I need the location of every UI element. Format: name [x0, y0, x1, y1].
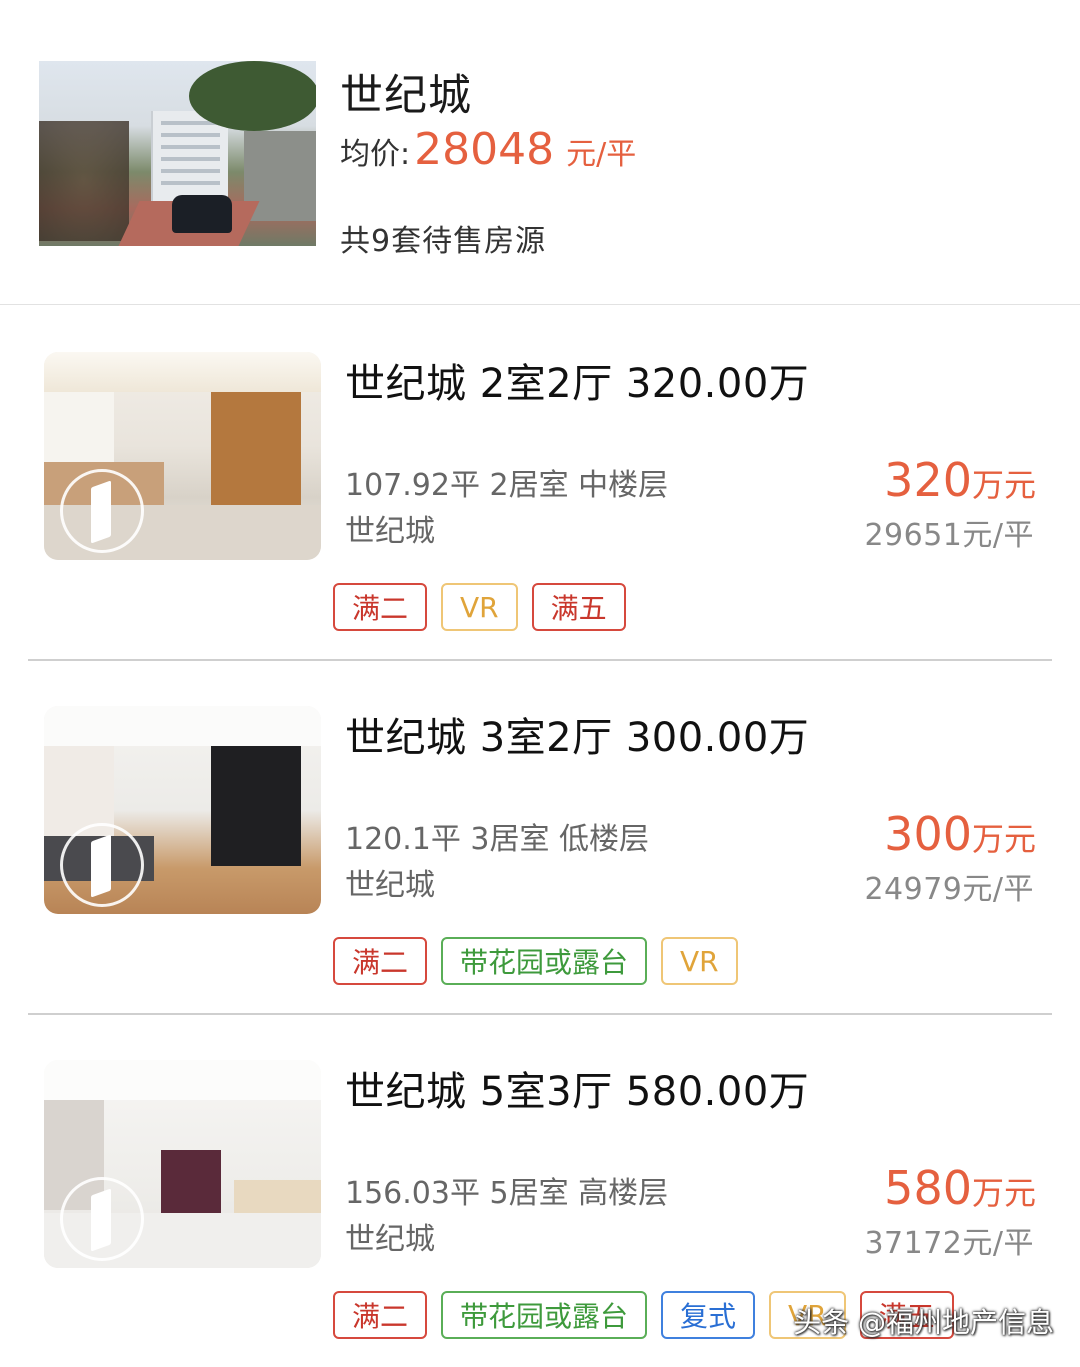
listing-photo: [44, 706, 321, 914]
panorama-icon: [60, 469, 144, 553]
avg-price-unit: 元/平: [566, 137, 637, 172]
listing-title: 世纪城 2室2厅 320.00万: [345, 361, 810, 407]
listing-tags: 满二 VR 满五: [333, 583, 626, 631]
tag: 满二: [333, 1291, 428, 1339]
community-name: 世纪城: [340, 71, 472, 121]
listing-photo: [44, 352, 321, 560]
tag: 带花园或露台: [441, 937, 648, 985]
tag: VR: [441, 583, 518, 631]
listing-spec: 156.03平 5居室 高楼层: [345, 1176, 669, 1211]
listing-unit-price: 24979元/平: [864, 872, 1034, 907]
tag: 带花园或露台: [441, 1291, 648, 1339]
price-value: 320: [884, 453, 972, 507]
listing-unit-price: 37172元/平: [864, 1226, 1034, 1261]
listing-spec: 120.1平 3居室 低楼层: [345, 822, 650, 857]
price-unit: 万元: [971, 820, 1036, 858]
listing-card[interactable]: 世纪城 2室2厅 320.00万 107.92平 2居室 中楼层 世纪城 320…: [0, 304, 1080, 659]
listing-photo: [44, 1060, 321, 1268]
tag: 满五: [531, 583, 626, 631]
community-avg-price: 均价: 28048 元/平: [340, 124, 636, 182]
panorama-icon: [60, 1177, 144, 1261]
watermark: 头条 @福州地产信息: [793, 1306, 1054, 1339]
listing-card[interactable]: 世纪城 3室2厅 300.00万 120.1平 3居室 低楼层 世纪城 300 …: [0, 658, 1080, 1013]
tag: 复式: [661, 1291, 756, 1339]
listing-price: 320 万元: [884, 454, 1036, 506]
tag: 满二: [333, 583, 428, 631]
listing-estate: 世纪城: [345, 1222, 435, 1257]
price-value: 580: [884, 1161, 972, 1215]
listing-price: 300 万元: [884, 808, 1036, 860]
listing-title: 世纪城 5室3厅 580.00万: [345, 1069, 810, 1115]
tag: VR: [661, 937, 738, 985]
listing-estate: 世纪城: [345, 514, 435, 549]
price-value: 300: [884, 807, 972, 861]
community-header[interactable]: 世纪城 均价: 28048 元/平 共9套待售房源: [0, 0, 1080, 305]
listing-title: 世纪城 3室2厅 300.00万: [345, 715, 810, 761]
community-photo: [39, 61, 316, 246]
avg-price-label: 均价:: [340, 137, 411, 172]
listing-unit-price: 29651元/平: [864, 518, 1034, 553]
listing-tags: 满二 带花园或露台 VR: [333, 937, 738, 985]
price-unit: 万元: [971, 466, 1036, 504]
listing-count: 共9套待售房源: [340, 224, 547, 259]
tag: 满二: [333, 937, 428, 985]
panorama-icon: [60, 823, 144, 907]
avg-price-value: 28048: [414, 124, 555, 175]
listing-estate: 世纪城: [345, 868, 435, 903]
price-unit: 万元: [971, 1174, 1036, 1212]
listing-price: 580 万元: [884, 1162, 1036, 1214]
listing-spec: 107.92平 2居室 中楼层: [345, 468, 669, 503]
